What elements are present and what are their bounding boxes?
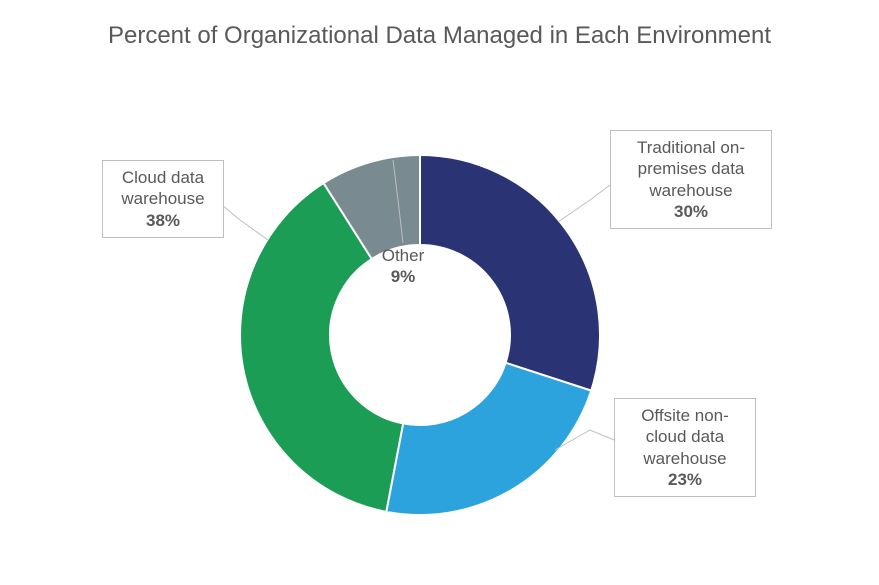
label-cloud: Cloud data warehouse 38% (102, 160, 224, 238)
label-text: warehouse (121, 189, 204, 208)
donut-chart: Traditional on- premises data warehouse … (0, 0, 879, 585)
donut-slice (386, 363, 591, 515)
leader-line (558, 185, 610, 222)
label-text: cloud data (646, 427, 724, 446)
label-other: Other 9% (363, 245, 443, 288)
label-text: premises data (638, 159, 745, 178)
label-pct: 23% (625, 469, 745, 490)
label-pct: 38% (113, 210, 213, 231)
label-text: warehouse (643, 449, 726, 468)
label-offsite: Offsite non- cloud data warehouse 23% (614, 398, 756, 497)
label-text: Cloud data (122, 168, 204, 187)
donut-slice (420, 155, 600, 391)
label-text: Traditional on- (637, 138, 745, 157)
label-pct: 9% (363, 266, 443, 287)
leader-line (222, 205, 268, 240)
label-pct: 30% (621, 201, 761, 222)
label-traditional: Traditional on- premises data warehouse … (610, 130, 772, 229)
label-text: Other (382, 246, 425, 265)
label-text: warehouse (649, 181, 732, 200)
label-text: Offsite non- (641, 406, 729, 425)
